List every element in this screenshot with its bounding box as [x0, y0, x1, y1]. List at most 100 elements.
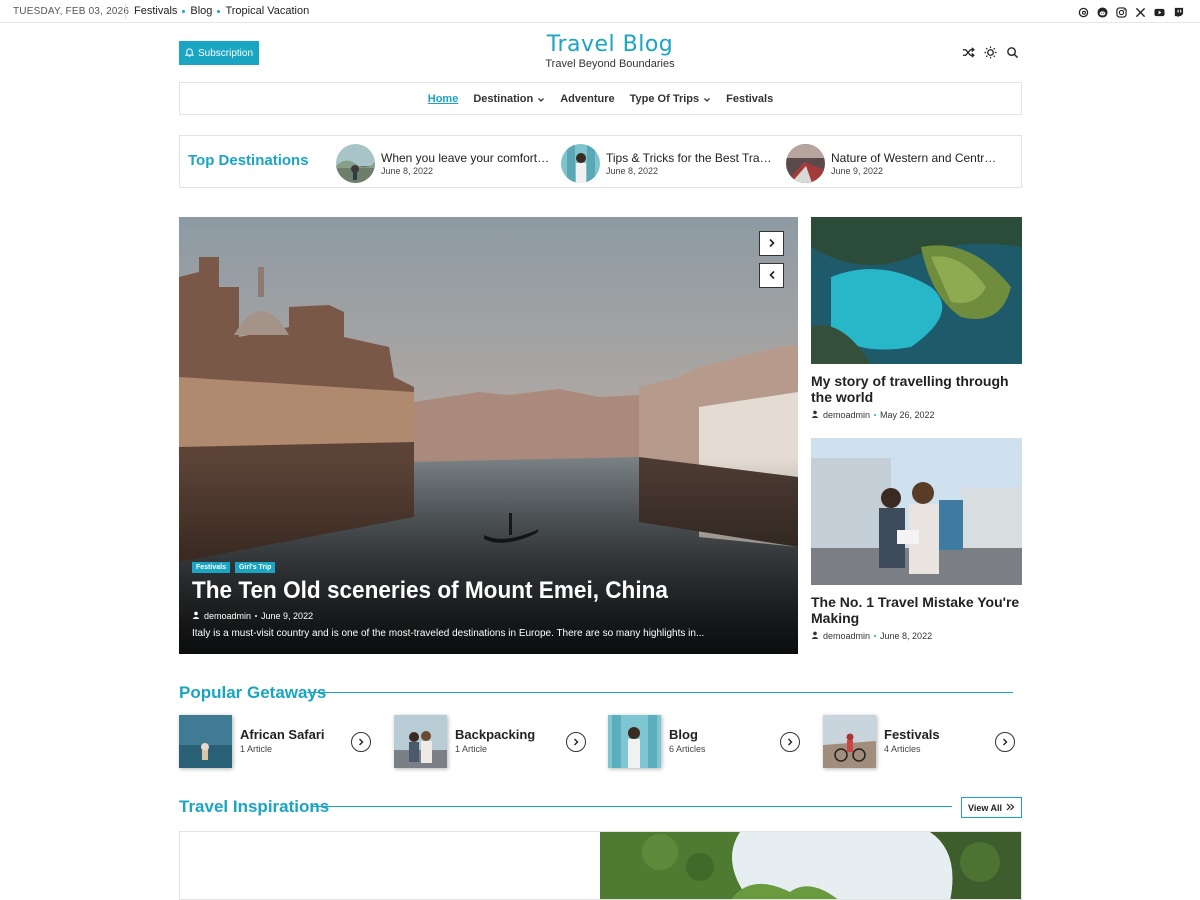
- separator-dot: [182, 9, 186, 13]
- chevron-right-icon: [767, 235, 777, 253]
- top-destination-date: June 8, 2022: [381, 165, 434, 176]
- thumbnail-image[interactable]: [561, 143, 600, 183]
- thumbnail-image[interactable]: [786, 143, 825, 183]
- side-post-meta: demoadmin May 26, 2022: [811, 410, 1022, 420]
- separator-dot: [874, 414, 877, 416]
- chevron-left-icon: [767, 267, 777, 285]
- nav-adventure[interactable]: Adventure: [560, 93, 614, 105]
- side-post[interactable]: My story of travelling through the world…: [811, 217, 1022, 420]
- chevron-right-icon: [1001, 733, 1009, 751]
- category-count: 4 Articles: [884, 744, 921, 754]
- category-go-button[interactable]: [351, 732, 371, 752]
- category-count: 1 Article: [455, 744, 488, 754]
- view-all-button[interactable]: View All: [961, 797, 1022, 818]
- top-link-blog[interactable]: Blog: [190, 5, 212, 17]
- category-name[interactable]: Blog: [669, 727, 698, 742]
- category-go-button[interactable]: [995, 732, 1015, 752]
- post-date: May 26, 2022: [880, 410, 935, 420]
- slider-next-button[interactable]: [759, 231, 784, 256]
- subscription-button[interactable]: Subscription: [179, 41, 259, 65]
- top-destination-title[interactable]: Tips & Tricks for the Best Travel...: [606, 151, 776, 165]
- site-title[interactable]: Travel Blog: [500, 32, 720, 57]
- category-thumbnail[interactable]: [179, 715, 232, 768]
- category-go-button[interactable]: [780, 732, 800, 752]
- site-logo[interactable]: Travel Blog Travel Beyond Boundaries: [500, 32, 720, 70]
- side-post[interactable]: The No. 1 Travel Mistake You're Making d…: [811, 438, 1022, 641]
- nav-home-label: Home: [427, 92, 459, 105]
- post-image[interactable]: [600, 832, 1021, 899]
- top-destinations-bar: Top Destinations When you leave your com…: [179, 135, 1022, 188]
- user-icon: [811, 410, 819, 420]
- featured-post-title[interactable]: The Ten Old sceneries of Mount Emei, Chi…: [192, 577, 668, 605]
- chevron-down-icon: [703, 95, 711, 103]
- category-name[interactable]: Festivals: [884, 727, 940, 742]
- nav-home[interactable]: Home: [428, 93, 459, 105]
- divider: [125, 3, 126, 19]
- twitch-icon[interactable]: [1173, 5, 1184, 18]
- post-author[interactable]: demoadmin: [823, 631, 870, 641]
- post-date: June 8, 2022: [880, 631, 933, 641]
- side-post-title[interactable]: My story of travelling through the world: [811, 373, 1022, 405]
- nav-adventure-label: Adventure: [560, 92, 615, 105]
- post-author[interactable]: demoadmin: [204, 611, 251, 621]
- top-destinations-label: Top Destinations: [188, 152, 309, 169]
- popular-getaways-heading: Popular Getaways: [179, 683, 327, 702]
- threads-icon[interactable]: [1078, 5, 1089, 18]
- featured-post-slider[interactable]: Festivals Girl's Trip The Ten Old scener…: [179, 217, 798, 654]
- top-destination-item[interactable]: Nature of Western and Central... June 9,…: [786, 143, 1001, 183]
- double-chevron-right-icon: [1006, 803, 1015, 813]
- category-item-blog[interactable]: Blog 6 Articles: [608, 715, 808, 768]
- nav-destination[interactable]: Destination: [473, 93, 545, 105]
- top-destination-date: June 9, 2022: [831, 165, 884, 176]
- instagram-icon[interactable]: [1116, 5, 1127, 18]
- current-date: TUESDAY, FEB 03, 2026: [13, 6, 130, 17]
- bell-icon: [184, 47, 195, 60]
- nav-type-of-trips-label: Type Of Trips: [629, 92, 700, 105]
- post-image[interactable]: [811, 217, 1022, 364]
- inspiration-post-card[interactable]: [179, 831, 1022, 900]
- sun-icon[interactable]: [984, 46, 997, 59]
- main-navigation: Home Destination Adventure Type Of Trips…: [179, 82, 1022, 115]
- tag-festivals[interactable]: Festivals: [192, 562, 230, 573]
- category-go-button[interactable]: [566, 732, 586, 752]
- slider-prev-button[interactable]: [759, 263, 784, 288]
- category-count: 1 Article: [240, 744, 273, 754]
- top-links: Festivals Blog Tropical Vacation: [134, 5, 309, 17]
- nav-festivals[interactable]: Festivals: [726, 93, 773, 105]
- category-name[interactable]: Backpacking: [455, 727, 535, 742]
- top-destination-title[interactable]: When you leave your comfort zone,...: [381, 151, 551, 165]
- category-thumbnail[interactable]: [394, 715, 447, 768]
- chevron-right-icon: [572, 733, 580, 751]
- post-author[interactable]: demoadmin: [823, 410, 870, 420]
- nav-type-of-trips[interactable]: Type Of Trips: [630, 93, 711, 105]
- top-destination-item[interactable]: Tips & Tricks for the Best Travel... Jun…: [561, 143, 776, 183]
- top-link-tropical-vacation[interactable]: Tropical Vacation: [225, 5, 309, 17]
- top-destination-date: June 8, 2022: [606, 165, 659, 176]
- side-post-title[interactable]: The No. 1 Travel Mistake You're Making: [811, 594, 1022, 626]
- post-tags: Festivals Girl's Trip: [192, 562, 276, 573]
- tag-girls-trip[interactable]: Girl's Trip: [234, 562, 276, 573]
- category-item-backpacking[interactable]: Backpacking 1 Article: [394, 715, 594, 768]
- top-destination-title[interactable]: Nature of Western and Central...: [831, 151, 1001, 165]
- top-bar: TUESDAY, FEB 03, 2026 Festivals Blog Tro…: [0, 0, 1200, 23]
- top-link-festivals[interactable]: Festivals: [134, 5, 177, 17]
- category-name[interactable]: African Safari: [240, 727, 325, 742]
- reddit-icon[interactable]: [1097, 5, 1108, 18]
- category-thumbnail[interactable]: [823, 715, 876, 768]
- view-all-label: View All: [967, 802, 1002, 813]
- shuffle-icon[interactable]: [962, 46, 975, 59]
- category-thumbnail[interactable]: [608, 715, 661, 768]
- youtube-icon[interactable]: [1154, 5, 1165, 17]
- search-icon[interactable]: [1006, 46, 1019, 59]
- category-item-festivals[interactable]: Festivals 4 Articles: [823, 715, 1023, 768]
- category-item-african-safari[interactable]: African Safari 1 Article: [179, 715, 379, 768]
- site-tagline: Travel Beyond Boundaries: [545, 58, 675, 70]
- category-count: 6 Articles: [669, 744, 706, 754]
- chevron-right-icon: [357, 733, 365, 751]
- thumbnail-image[interactable]: [336, 143, 375, 183]
- post-image[interactable]: [811, 438, 1022, 585]
- user-icon: [811, 631, 819, 641]
- x-icon[interactable]: [1135, 5, 1146, 18]
- travel-inspirations-heading: Travel Inspirations: [179, 797, 330, 816]
- top-destination-item[interactable]: When you leave your comfort zone,... Jun…: [336, 143, 551, 183]
